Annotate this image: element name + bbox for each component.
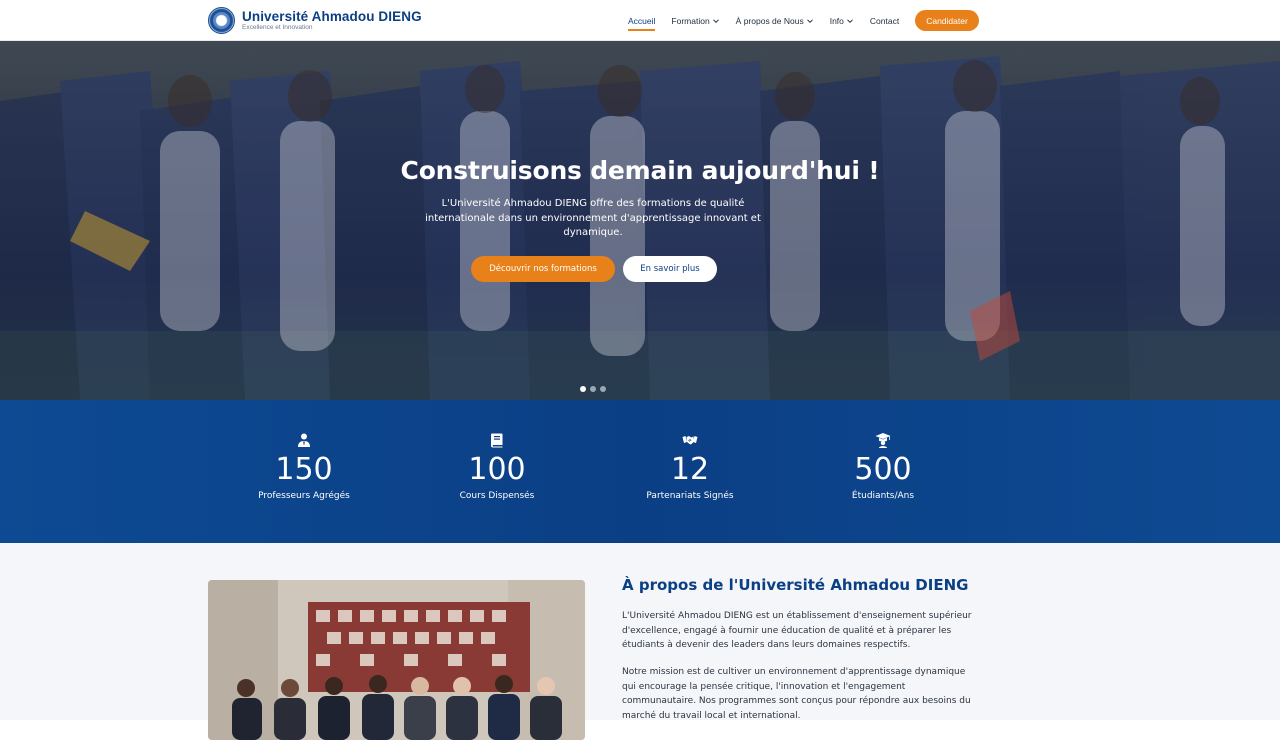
stat-label: Partenariats Signés xyxy=(646,491,734,501)
about-paragraph: Notre mission est de cultiver un environ… xyxy=(622,667,971,721)
book-icon xyxy=(491,433,503,448)
handshake-icon xyxy=(682,436,698,445)
nav-item-label: À propos de Nous xyxy=(735,16,804,26)
nav-item-label: Accueil xyxy=(628,16,656,26)
stat-value: 500 xyxy=(854,452,912,487)
discover-programs-button[interactable]: Découvrir nos formations xyxy=(471,256,615,282)
brand-name: Université Ahmadou DIENG xyxy=(242,9,422,24)
brand[interactable]: Université Ahmadou DIENG Excellence et I… xyxy=(208,7,422,34)
about-paragraph: L'Université Ahmadou DIENG est un établi… xyxy=(622,611,972,650)
chevron-down-icon xyxy=(806,17,814,25)
nav-item-accueil[interactable]: Accueil xyxy=(620,10,663,32)
nav-item-info[interactable]: Info xyxy=(822,10,862,32)
stat-value: 100 xyxy=(468,452,526,487)
stat-value: 12 xyxy=(670,452,710,487)
site-header: Université Ahmadou DIENG Excellence et I… xyxy=(0,0,1280,41)
nav-item-label: Info xyxy=(829,16,844,26)
brand-tagline: Excellence et Innovation xyxy=(242,24,313,31)
carousel-indicators xyxy=(580,386,606,392)
stat-professors: 150 Professeurs Agrégés xyxy=(224,432,384,502)
stat-value: 150 xyxy=(275,452,333,487)
stat-label: Cours Dispensés xyxy=(459,491,535,501)
chevron-down-icon xyxy=(712,17,720,25)
main-nav: Accueil Formation À propos de Nous Info … xyxy=(620,10,907,32)
brand-text: Université Ahmadou DIENG Excellence et I… xyxy=(242,9,422,32)
stats-band: 150 Professeurs Agrégés 100 Cours Dispen… xyxy=(0,400,1280,543)
hero-title: Construisons demain aujourd'hui ! xyxy=(400,156,880,185)
nav-item-a-propos[interactable]: À propos de Nous xyxy=(728,10,822,32)
apply-button[interactable]: Candidater xyxy=(915,10,979,31)
carousel-dot[interactable] xyxy=(580,386,586,392)
hero-carousel: Construisons demain aujourd'hui ! L'Univ… xyxy=(0,41,1280,400)
graduation-cap-icon xyxy=(875,433,891,448)
nav-item-formation[interactable]: Formation xyxy=(663,10,727,32)
chevron-down-icon xyxy=(846,17,854,25)
nav-item-label: Formation xyxy=(671,16,710,26)
learn-more-button[interactable]: En savoir plus xyxy=(623,256,717,282)
stat-label: Professeurs Agrégés xyxy=(258,491,350,501)
stat-partnerships: 12 Partenariats Signés xyxy=(610,432,770,502)
university-logo-icon xyxy=(208,7,235,34)
nav-item-contact[interactable]: Contact xyxy=(862,10,907,32)
professor-icon xyxy=(298,433,310,447)
stat-courses: 100 Cours Dispensés xyxy=(417,432,577,502)
nav-item-label: Contact xyxy=(869,16,900,26)
stat-students: 500 Étudiants/Ans xyxy=(803,432,963,502)
team-photo-image xyxy=(208,580,585,740)
carousel-dot[interactable] xyxy=(590,386,596,392)
team-photo xyxy=(208,580,585,740)
about-title: À propos de l'Université Ahmadou DIENG xyxy=(622,576,969,594)
hero-subtitle: L'Université Ahmadou DIENG offre des for… xyxy=(425,198,761,238)
stat-label: Étudiants/Ans xyxy=(851,491,915,501)
carousel-dot[interactable] xyxy=(600,386,606,392)
about-section: À propos de l'Université Ahmadou DIENG L… xyxy=(0,543,1280,740)
